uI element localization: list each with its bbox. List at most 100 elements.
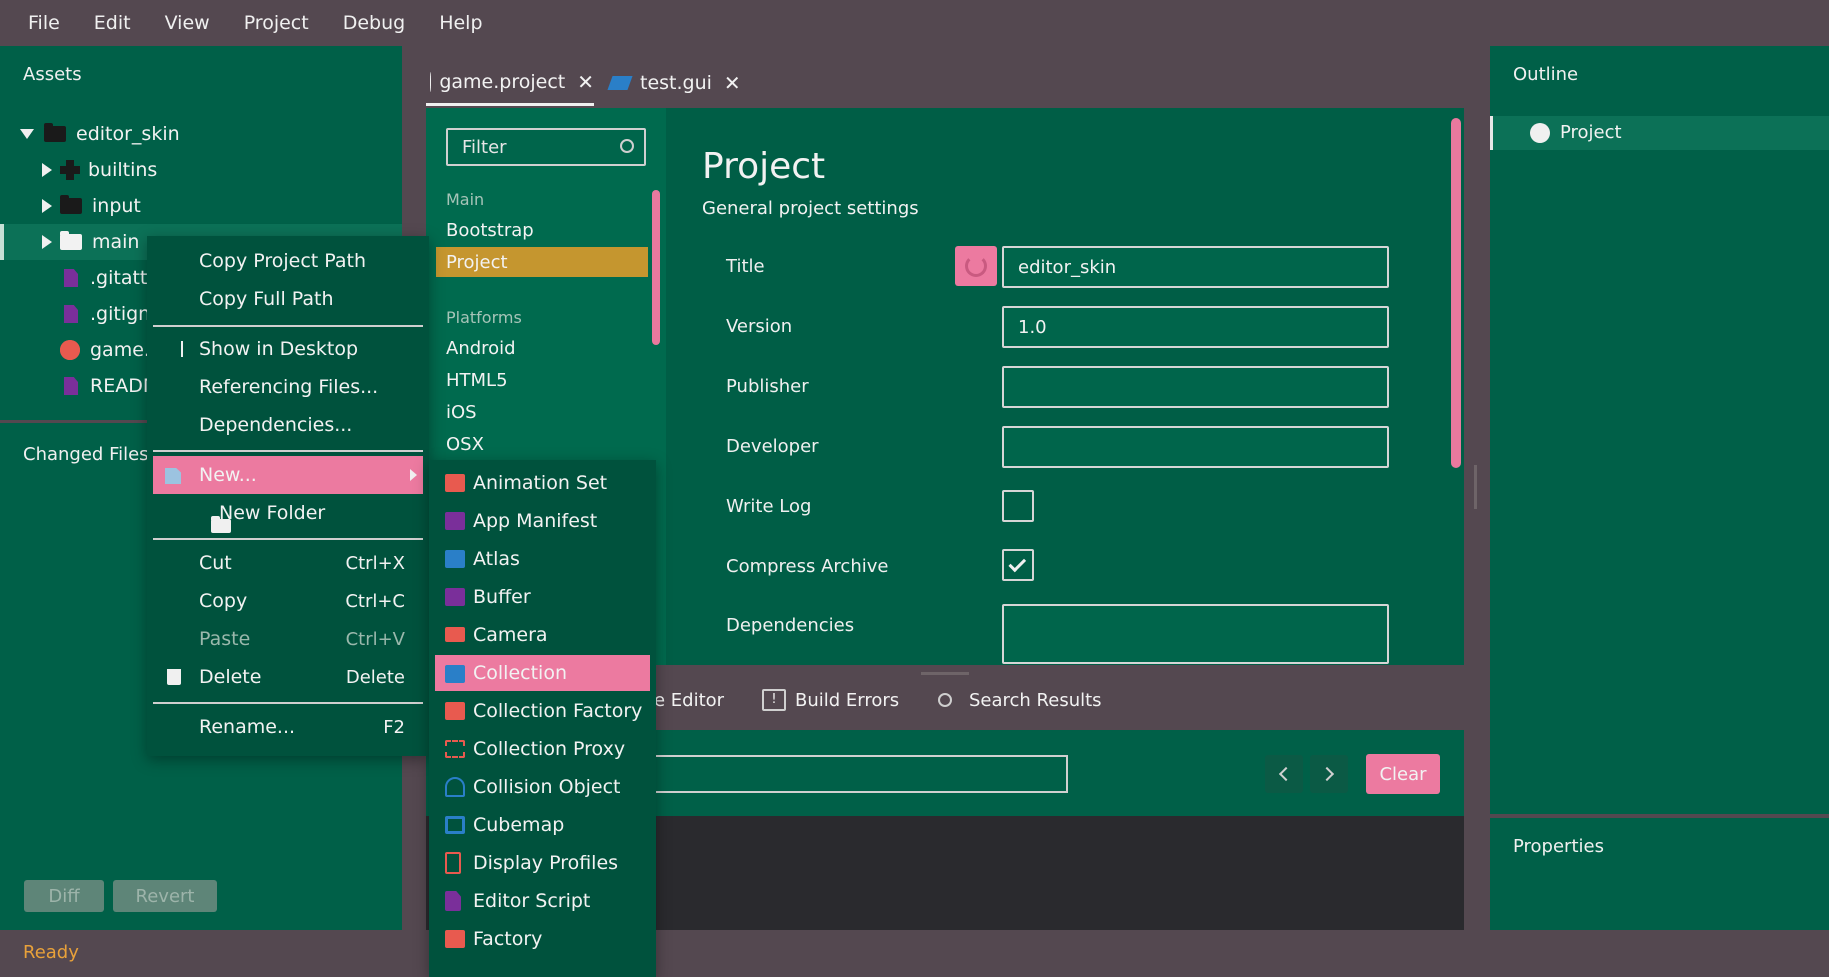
publisher-input[interactable] [1002,366,1389,408]
tree-item-readme[interactable]: READM [64,368,159,404]
submenu-item-collection-proxy[interactable]: Collection Proxy [435,731,650,767]
category-header-platforms: Platforms [446,307,522,327]
folder-icon [44,123,66,142]
menu-item-copy[interactable]: Copy Ctrl+C [153,582,423,620]
sidebar-scrollbar[interactable] [652,190,660,345]
menu-file[interactable]: File [28,12,60,34]
collapse-icon[interactable] [42,235,52,249]
file-icon [64,377,78,395]
tab-game-project[interactable]: game.project ✕ [426,60,594,106]
tree-label: .gitattr [90,267,156,289]
developer-input[interactable] [1002,426,1389,468]
menu-edit[interactable]: Edit [94,12,131,34]
submenu-item-cubemap[interactable]: Cubemap [435,807,650,843]
tree-label: main [92,231,140,253]
submenu-item-collection-factory[interactable]: Collection Factory [435,693,650,729]
menu-item-label: New Folder [219,502,326,524]
submenu-item-editor-script[interactable]: Editor Script [435,883,650,919]
menu-separator [153,538,423,540]
menu-bar: File Edit View Project Debug Help [0,0,1829,46]
editor-script-icon [445,891,461,911]
submenu-item-label: Buffer [473,586,531,608]
tree-item-input[interactable]: input [42,188,141,224]
submenu-item-collision-object[interactable]: Collision Object [435,769,650,805]
outline-item-project[interactable]: Project [1490,116,1829,150]
prev-button[interactable] [1265,755,1303,793]
collection-factory-icon [445,702,465,720]
version-input[interactable]: 1.0 [1002,306,1389,348]
submenu-item-app-manifest[interactable]: App Manifest [435,503,650,539]
close-icon[interactable]: ✕ [577,70,594,94]
tree-item-builtins[interactable]: builtins [42,152,157,188]
diff-button[interactable]: Diff [24,880,104,912]
filter-input[interactable]: Filter [446,128,646,166]
title-input[interactable]: editor_skin [1002,246,1389,288]
tab-search-results[interactable]: Search Results [969,690,1102,711]
category-bootstrap[interactable]: Bootstrap [436,215,648,245]
menu-separator [153,702,423,704]
submenu-item-label: App Manifest [473,510,598,532]
menu-item-cut[interactable]: Cut Ctrl+X [153,544,423,582]
checkmark-icon [1008,554,1027,572]
menu-project[interactable]: Project [244,12,309,34]
expand-icon[interactable] [20,129,34,139]
resize-grip[interactable] [921,672,969,675]
splitter-handle[interactable] [1474,465,1477,509]
tree-item-editor-skin[interactable]: editor_skin [20,116,180,152]
write-log-checkbox[interactable] [1002,490,1034,522]
menu-item-new-folder[interactable]: New Folder [153,494,423,533]
collapse-icon[interactable] [42,199,52,213]
buffer-icon [445,588,465,606]
menu-item-label: Copy Project Path [199,250,367,272]
revert-button[interactable]: Revert [113,880,217,912]
menu-item-paste[interactable]: Paste Ctrl+V [153,620,423,658]
console-filter-input[interactable] [654,755,1068,793]
submenu-item-animation-set[interactable]: Animation Set [435,465,650,501]
category-android[interactable]: Android [436,333,648,363]
submenu-item-camera[interactable]: Camera [435,617,650,653]
cubemap-icon [445,816,465,834]
status-text: Ready [23,942,79,963]
clear-button[interactable]: Clear [1366,754,1440,794]
category-osx[interactable]: OSX [436,429,648,459]
submenu-item-collection[interactable]: Collection [435,655,650,691]
menu-item-new[interactable]: New... [153,456,423,494]
folder-icon [60,195,82,214]
tree-item-main[interactable]: main [42,224,139,260]
next-button[interactable] [1310,755,1348,793]
editor-scrollbar[interactable] [1451,118,1461,468]
tree-item-gitattributes[interactable]: .gitattr [64,260,155,296]
close-icon[interactable]: ✕ [724,71,741,95]
menu-item-show-in-desktop[interactable]: Show in Desktop [153,330,423,368]
submenu-item-display-profiles[interactable]: Display Profiles [435,845,650,881]
category-ios[interactable]: iOS [436,397,648,427]
tab-label: test.gui [640,72,712,94]
compress-archive-checkbox[interactable] [1002,549,1034,581]
menu-item-rename[interactable]: Rename... F2 [153,708,423,746]
new-file-icon [165,468,181,484]
collapse-icon[interactable] [42,163,52,177]
outline-title: Outline [1513,64,1579,85]
trash-icon [167,669,181,685]
menu-item-copy-project-path[interactable]: Copy Project Path [153,242,423,280]
category-html5[interactable]: HTML5 [436,365,648,395]
menu-item-referencing-files[interactable]: Referencing Files... [153,368,423,406]
tab-build-errors[interactable]: Build Errors [795,690,899,711]
menu-item-copy-full-path[interactable]: Copy Full Path [153,280,423,318]
menu-separator [153,450,423,452]
menu-item-delete[interactable]: Delete Delete [153,658,423,696]
category-project[interactable]: Project [436,247,648,277]
submenu-item-atlas[interactable]: Atlas [435,541,650,577]
submenu-item-buffer[interactable]: Buffer [435,579,650,615]
tab-test-gui[interactable]: test.gui ✕ [607,60,741,106]
menu-view[interactable]: View [165,12,210,34]
menu-item-label: Copy [199,590,248,612]
menu-item-dependencies[interactable]: Dependencies... [153,406,423,444]
dependencies-input[interactable] [1002,604,1389,664]
menu-debug[interactable]: Debug [343,12,405,34]
reset-button[interactable] [955,246,997,286]
tab-curve-editor[interactable]: e Editor [654,690,724,711]
page-title: Project [702,146,826,187]
submenu-item-factory[interactable]: Factory [435,921,650,957]
menu-help[interactable]: Help [439,12,482,34]
